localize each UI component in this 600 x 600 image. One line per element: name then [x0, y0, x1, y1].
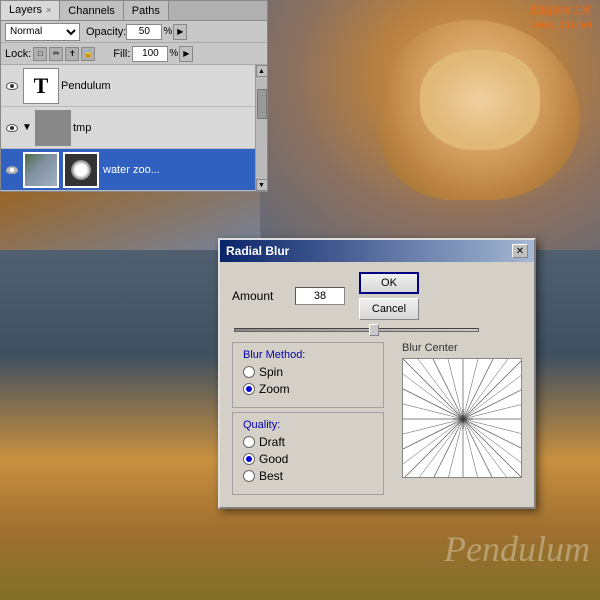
- tab-paths[interactable]: Paths: [124, 1, 169, 20]
- dialog-close-button[interactable]: ✕: [512, 244, 528, 258]
- blur-center-box[interactable]: [402, 358, 522, 478]
- layer-thumb-tmp: [35, 110, 71, 146]
- ok-button[interactable]: OK: [359, 272, 419, 294]
- layers-scrollbar[interactable]: ▲ ▼: [255, 65, 267, 191]
- layer-name-waterzoo: water zoo...: [103, 164, 253, 176]
- amount-input[interactable]: [295, 287, 345, 305]
- tab-layers[interactable]: Layers ×: [1, 1, 60, 20]
- scroll-thumb[interactable]: [257, 89, 267, 119]
- quality-draft-radio[interactable]: [243, 436, 255, 448]
- background-image-top: [260, 0, 600, 250]
- lock-all-icon[interactable]: 🔒: [81, 47, 95, 61]
- layer-row-waterzoo[interactable]: water zoo...: [1, 149, 255, 191]
- fill-label: Fill:: [113, 48, 130, 60]
- blur-method-title: Blur Method:: [243, 349, 373, 361]
- tab-channels[interactable]: Channels: [60, 1, 123, 20]
- dialog-main-row: Blur Method: Spin Zoom Quality:: [232, 342, 522, 497]
- amount-slider-thumb[interactable]: [369, 324, 379, 336]
- layer-row-tmp[interactable]: ▼ tmp: [1, 107, 255, 149]
- quality-good-radio[interactable]: [243, 453, 255, 465]
- dialog-left-sections: Blur Method: Spin Zoom Quality:: [232, 342, 384, 497]
- scroll-down-button[interactable]: ▼: [256, 179, 268, 191]
- blend-opacity-row: Normal Opacity: % ▶: [1, 21, 267, 43]
- blur-method-zoom-radio[interactable]: [243, 383, 255, 395]
- layer-mask-waterzoo: [63, 152, 99, 188]
- blur-method-spin-radio[interactable]: [243, 366, 255, 378]
- amount-label: Amount: [232, 289, 287, 303]
- opacity-arrow[interactable]: ▶: [173, 24, 187, 40]
- layer-visibility-pendulum[interactable]: [3, 77, 21, 95]
- tab-layers-close[interactable]: ×: [46, 5, 51, 15]
- hamster-body: [380, 20, 580, 200]
- quality-good-row[interactable]: Good: [243, 452, 373, 466]
- pendulum-canvas-text: Pendulum: [444, 528, 590, 570]
- opacity-percent: %: [163, 26, 172, 37]
- layer-name-tmp: tmp: [73, 122, 253, 134]
- blur-center-section: Blur Center: [402, 342, 522, 497]
- blur-method-spin-label: Spin: [259, 365, 283, 379]
- opacity-label: Opacity:: [86, 26, 126, 38]
- amount-slider-row: [232, 328, 522, 332]
- layer-name-pendulum: Pendulum: [61, 80, 253, 92]
- layers-list: T Pendulum ▼ tmp: [1, 65, 267, 191]
- amount-row: Amount OK Cancel: [232, 272, 522, 320]
- quality-best-row[interactable]: Best: [243, 469, 373, 483]
- layer-thumb-pendulum: T: [23, 68, 59, 104]
- radial-blur-dialog: Radial Blur ✕ Amount OK Cancel Blur Meth…: [218, 238, 536, 509]
- blur-center-visualization: [403, 359, 522, 478]
- quality-draft-label: Draft: [259, 435, 285, 449]
- hamster-face: [420, 50, 540, 150]
- quality-section: Quality: Draft Good Best: [232, 412, 384, 495]
- lock-position-icon[interactable]: ✝: [65, 47, 79, 61]
- blur-method-zoom-label: Zoom: [259, 382, 290, 396]
- group-expand-tmp[interactable]: ▼: [21, 122, 33, 134]
- lock-label: Lock:: [5, 48, 31, 60]
- dialog-action-buttons: OK Cancel: [359, 272, 419, 320]
- quality-good-label: Good: [259, 452, 288, 466]
- lock-transparent-icon[interactable]: □: [33, 47, 47, 61]
- fill-input[interactable]: [132, 46, 168, 62]
- amount-slider-track[interactable]: [234, 328, 479, 332]
- blur-center-label: Blur Center: [402, 342, 522, 354]
- dialog-body: Amount OK Cancel Blur Method: Spin: [220, 262, 534, 507]
- fill-arrow[interactable]: ▶: [179, 46, 193, 62]
- layers-list-area: T Pendulum ▼ tmp: [1, 65, 267, 191]
- layers-panel: Layers × Channels Paths Normal Opacity: …: [0, 0, 268, 192]
- quality-title: Quality:: [243, 419, 373, 431]
- scroll-up-button[interactable]: ▲: [256, 65, 268, 77]
- cancel-button[interactable]: Cancel: [359, 298, 419, 320]
- fill-percent: %: [169, 48, 178, 59]
- lock-image-icon[interactable]: ✏: [49, 47, 63, 61]
- blur-method-section: Blur Method: Spin Zoom: [232, 342, 384, 408]
- blend-mode-select[interactable]: Normal: [5, 23, 80, 41]
- dialog-title: Radial Blur: [226, 244, 289, 258]
- quality-best-label: Best: [259, 469, 283, 483]
- lock-fill-row: Lock: □ ✏ ✝ 🔒 Fill: % ▶: [1, 43, 267, 65]
- panel-tabs: Layers × Channels Paths: [1, 1, 267, 21]
- layer-visibility-waterzoo[interactable]: [3, 161, 21, 179]
- quality-best-radio[interactable]: [243, 470, 255, 482]
- layer-row-pendulum[interactable]: T Pendulum: [1, 65, 255, 107]
- lock-icons: □ ✏ ✝ 🔒: [33, 47, 95, 61]
- layer-thumb-waterzoo: [23, 152, 59, 188]
- blur-method-zoom-row[interactable]: Zoom: [243, 382, 373, 396]
- dialog-titlebar: Radial Blur ✕: [220, 240, 534, 262]
- layer-visibility-tmp[interactable]: [3, 119, 21, 137]
- watermark: 思路|聊本之家 www.jb51.net: [529, 5, 592, 33]
- opacity-input[interactable]: [126, 24, 162, 40]
- quality-draft-row[interactable]: Draft: [243, 435, 373, 449]
- blur-method-spin-row[interactable]: Spin: [243, 365, 373, 379]
